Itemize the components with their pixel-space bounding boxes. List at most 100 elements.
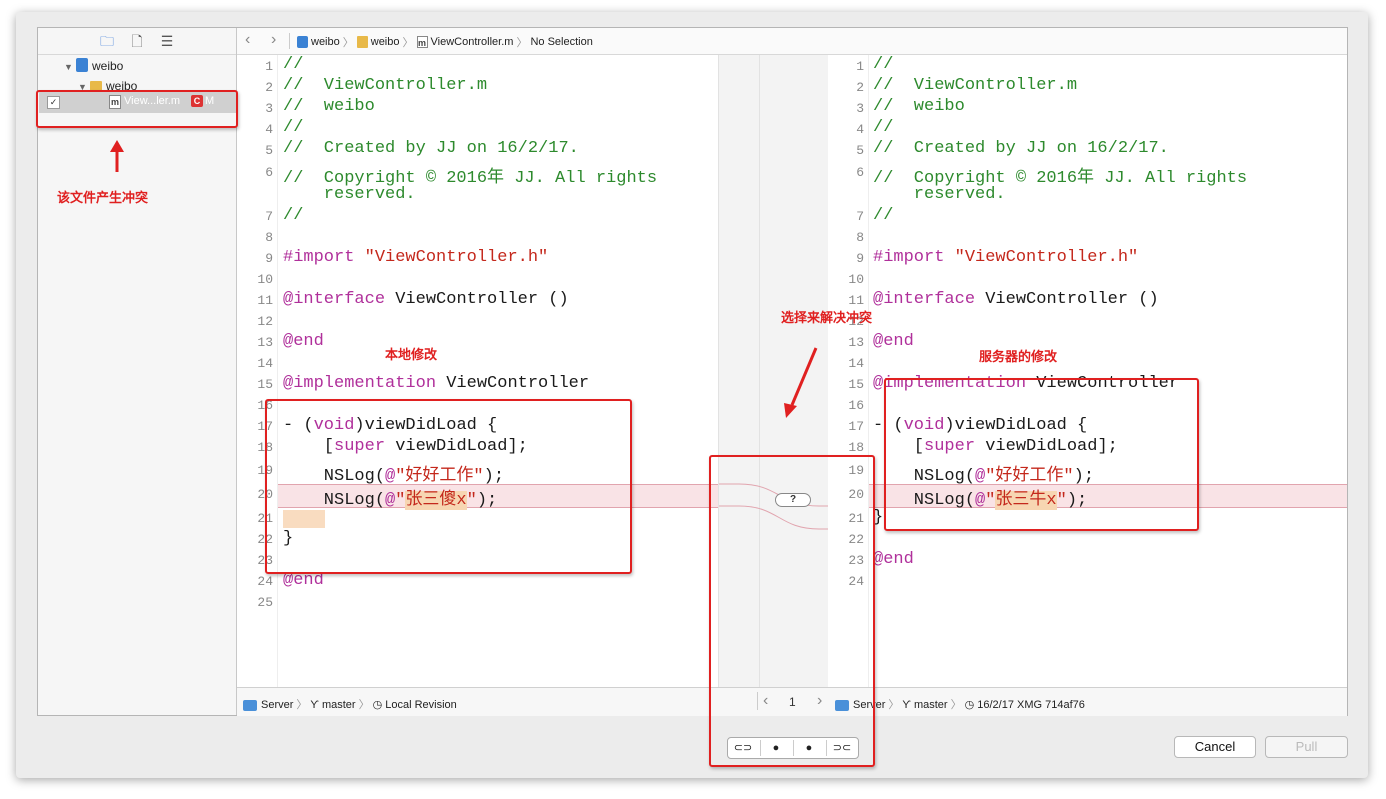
code-token: @implementation: [283, 374, 437, 393]
clock-icon: ◷: [372, 699, 386, 711]
line-number: 5: [856, 143, 864, 158]
line-number: 3: [856, 101, 864, 116]
breadcrumb-item[interactable]: weibo: [311, 36, 340, 48]
branch-icon: Ƴ: [902, 699, 914, 711]
code-line: @end: [873, 550, 914, 569]
code-line: // Created by JJ on 16/2/17.: [873, 139, 1169, 158]
line-number: 13: [257, 335, 273, 350]
local-revision-info[interactable]: Server 〉 Ƴ master 〉 ◷ Local Revision: [243, 696, 457, 712]
pull-button[interactable]: Pull: [1265, 736, 1348, 758]
code-line: // ViewController.m: [873, 76, 1078, 95]
project-icon: [297, 36, 308, 48]
code-token: @interface: [873, 290, 976, 309]
line-number: 11: [848, 293, 864, 308]
annotation-box-server: [884, 378, 1199, 531]
line-number: 8: [856, 230, 864, 245]
line-number: 2: [856, 80, 864, 95]
breadcrumb-separator: 〉: [888, 699, 900, 711]
local-revision-pane[interactable]: 1 2 3 4 5 6 7 8 9 10 11 12 13 14 15 16 1…: [237, 55, 718, 687]
breadcrumb-separator: 〉: [342, 37, 354, 49]
code-line: // weibo: [873, 97, 965, 116]
code-line: @end: [873, 332, 914, 351]
line-number: 14: [848, 356, 864, 371]
line-number: 8: [265, 230, 273, 245]
forward-button[interactable]: ›: [271, 31, 276, 49]
code-token: #import: [873, 248, 955, 267]
annotation-choose-resolve: 选择来解决冲突: [781, 310, 873, 325]
code-line: //: [873, 206, 894, 225]
comparison-frame: 🗀 🗋 ☰ ▼ weibo ▼ weibo ✓ m View...ler.m C M…: [37, 27, 1348, 716]
line-number: 9: [856, 251, 864, 266]
line-number: 3: [265, 101, 273, 116]
document-icon[interactable]: 🗋: [128, 32, 146, 50]
line-number: 15: [848, 377, 864, 392]
line-number-gutter: 1 2 3 4 5 6 7 8 9 10 11 12 13 14 15 16 1…: [237, 55, 278, 687]
annotation-box-file: [36, 90, 238, 128]
m-file-icon: m: [416, 36, 428, 48]
code-token: "ViewController.h": [954, 248, 1139, 267]
code-line: //: [283, 55, 304, 74]
folder-icon[interactable]: 🗀: [98, 32, 116, 50]
code-line: @interface ViewController (): [283, 290, 569, 309]
code-line: //: [283, 206, 304, 225]
line-number: 7: [856, 209, 864, 224]
breadcrumb-item[interactable]: weibo: [371, 36, 400, 48]
annotation-server-change: 服务器的修改: [979, 349, 1058, 364]
line-number: 1: [856, 59, 864, 74]
line-number: 9: [265, 251, 273, 266]
code-line: // weibo: [283, 97, 375, 116]
repository-label: Server: [261, 699, 294, 711]
list-icon[interactable]: ☰: [158, 32, 176, 50]
tree-item-label: weibo: [92, 59, 124, 73]
line-number: 18: [848, 440, 864, 455]
jump-bar: ‹ › weibo 〉 weibo 〉 m ViewController.m 〉 No Sel…: [237, 28, 1347, 55]
annotation-local-change: 本地修改: [385, 347, 438, 362]
code-line: @interface ViewController (): [873, 290, 1159, 309]
tree-item-project[interactable]: ▼ weibo: [64, 56, 123, 76]
breadcrumb-separator: 〉: [950, 699, 962, 711]
code-token: "ViewController.h": [364, 248, 549, 267]
disclosure-triangle-icon[interactable]: ▼: [64, 57, 76, 77]
annotation-box-resolve: [709, 455, 875, 767]
code-line: reserved.: [283, 185, 416, 204]
line-number: 24: [257, 574, 273, 589]
file-navigator: 🗀 🗋 ☰ ▼ weibo ▼ weibo ✓ m View...ler.m C M: [38, 28, 237, 715]
line-number: 15: [257, 377, 273, 392]
code-token: @interface: [283, 290, 386, 309]
cancel-button[interactable]: Cancel: [1174, 736, 1256, 758]
line-number: 12: [257, 314, 273, 329]
branch-label: master: [321, 699, 356, 711]
breadcrumb-separator: 〉: [296, 699, 308, 711]
project-icon: [76, 58, 88, 72]
breadcrumb-separator: 〉: [358, 699, 370, 711]
line-number: 4: [856, 122, 864, 137]
breadcrumb-item[interactable]: No Selection: [530, 36, 592, 48]
line-number: 10: [848, 272, 864, 287]
line-number: 5: [265, 143, 273, 158]
branch-icon: Ƴ: [310, 699, 322, 711]
line-number: 4: [265, 122, 273, 137]
line-number: 2: [265, 80, 273, 95]
code-line: @end: [283, 332, 324, 351]
code-line: #import "ViewController.h": [283, 248, 548, 267]
back-button[interactable]: ‹: [245, 31, 250, 49]
code-line: //: [873, 118, 894, 137]
line-number: 10: [257, 272, 273, 287]
revision-label: 16/2/17 XMG 714af76: [977, 699, 1085, 711]
line-number: 1: [265, 59, 273, 74]
code-token: ViewController (): [975, 290, 1159, 309]
code-token: #import: [283, 248, 365, 267]
navigator-tabs: 🗀 🗋 ☰: [38, 28, 236, 55]
branch-label: master: [913, 699, 948, 711]
revision-label: Local Revision: [385, 699, 457, 711]
server-revision-pane[interactable]: 1 2 3 4 5 6 7 8 9 10 11 12 13 14 15 16 1…: [828, 55, 1347, 687]
code-line: #import "ViewController.h": [873, 248, 1138, 267]
line-number: 6: [856, 165, 864, 180]
code-line: //: [873, 55, 894, 74]
breadcrumb-separator: 〉: [402, 37, 414, 49]
breadcrumb: weibo 〉 weibo 〉 m ViewController.m 〉 No Selecti…: [297, 34, 593, 50]
divider: [289, 33, 290, 49]
annotation-box-local: [265, 399, 632, 574]
line-number: 13: [848, 335, 864, 350]
breadcrumb-item[interactable]: ViewController.m: [431, 36, 514, 48]
